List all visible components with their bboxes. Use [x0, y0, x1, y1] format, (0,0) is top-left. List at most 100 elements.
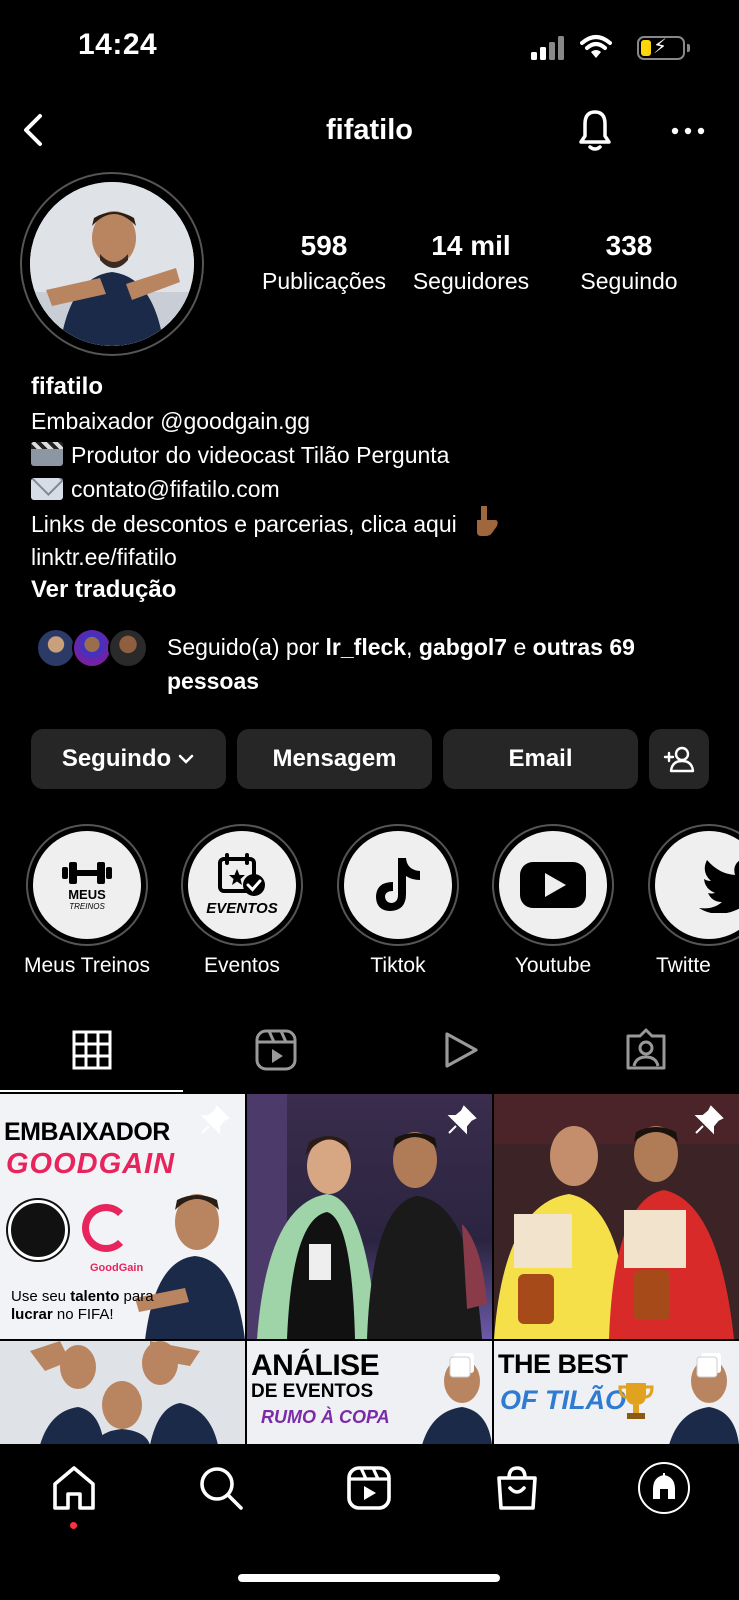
post-text: THE BEST [498, 1349, 628, 1379]
highlight-youtube[interactable] [492, 824, 614, 946]
battery-icon: ⚡ [637, 36, 690, 60]
tab-videos-icon[interactable] [438, 1028, 482, 1072]
shop-icon[interactable] [493, 1464, 541, 1512]
goodgain-logo [82, 1204, 130, 1252]
post-text: para [123, 1288, 154, 1305]
follower-avatar [72, 628, 112, 668]
post-thumbnail-5[interactable]: ANÁLISE DE EVENTOS RUMO À COPA [247, 1341, 492, 1445]
highlight-label: Eventos [204, 954, 280, 977]
bio-link[interactable]: linktr.ee/fifatilo [31, 540, 177, 574]
bio-line-ambassador: Embaixador @goodgain.gg [31, 408, 311, 434]
highlight-caption: EVENTOS [206, 900, 278, 917]
avatar[interactable] [30, 182, 194, 346]
twitter-icon [699, 860, 739, 913]
highlight-caption-2: TREINOS [69, 901, 105, 911]
followed-by-prefix: Seguido(a) por [167, 634, 320, 660]
highlight-label: Youtube [514, 954, 592, 977]
followed-by-and: e [513, 634, 527, 660]
post-text: talento [70, 1288, 120, 1305]
stat-followers[interactable]: 14 mil Seguidores [405, 230, 537, 295]
envelope-icon [31, 478, 63, 500]
tab-tagged-icon[interactable] [624, 1028, 668, 1072]
notification-dot [70, 1522, 77, 1529]
bell-icon[interactable] [573, 106, 617, 154]
post-text: lucrar [11, 1306, 53, 1323]
email-button[interactable]: Email [443, 729, 638, 789]
highlight-tiktok[interactable] [337, 824, 459, 946]
chevron-down-icon [178, 754, 194, 764]
post-thumbnail-1[interactable]: EMBAIXADOR GOODGAIN GoodGain Use seu tal… [0, 1094, 245, 1339]
highlight-eventos[interactable]: EVENTOS [181, 824, 303, 946]
followed-by-separator: , [406, 634, 413, 660]
more-options-icon[interactable] [670, 116, 706, 146]
home-indicator [238, 1574, 500, 1582]
stat-posts[interactable]: 598 Publicações [258, 230, 390, 295]
multiple-posts-icon [449, 1353, 474, 1378]
post-cta: Use seu talento para lucrar no FIFA! [11, 1288, 171, 1324]
post-text: no FIFA! [56, 1306, 114, 1323]
post-text: ANÁLISE [251, 1349, 380, 1382]
dumbbell-icon [62, 861, 112, 884]
active-tab-indicator [0, 1090, 183, 1092]
post-text: Use seu [11, 1288, 67, 1305]
stat-posts-number: 598 [300, 230, 348, 261]
pin-icon [694, 1105, 724, 1135]
suggest-people-button[interactable] [649, 729, 709, 789]
stat-following-number: 338 [605, 230, 653, 261]
stat-following-label: Seguindo [580, 268, 678, 294]
trophy-icon [618, 1383, 654, 1419]
search-icon[interactable] [197, 1464, 245, 1512]
pointing-down-icon [473, 506, 499, 545]
bio-email-text[interactable]: contato@fifatilo.com [71, 476, 280, 502]
post-thumbnail-3[interactable] [494, 1094, 739, 1339]
profile-name: fifatilo [31, 373, 103, 400]
bio-videocast-text: Produtor do videocast Tilão Pergunta [71, 442, 450, 468]
post-text: RUMO À COPA [261, 1407, 390, 1427]
see-translation-link[interactable]: Ver tradução [31, 573, 176, 607]
wifi-icon [580, 35, 612, 58]
post-thumbnail-2[interactable] [247, 1094, 492, 1339]
highlight-label: Meus Treinos [23, 954, 151, 977]
tab-grid-icon[interactable] [70, 1028, 114, 1072]
followed-by-user2: gabgol7 [418, 634, 508, 660]
highlight-caption: MEUS [68, 886, 106, 902]
following-button[interactable]: Seguindo [31, 729, 226, 789]
tiktok-icon [376, 858, 420, 911]
page-title: fifatilo [326, 114, 413, 146]
bio-line-email: contato@fifatilo.com [31, 472, 280, 506]
stat-posts-label: Publicações [261, 268, 387, 294]
followed-by-text[interactable]: Seguido(a) por lr_fleck, gabgol7 e outra… [167, 630, 707, 698]
pin-icon [447, 1105, 477, 1135]
status-time: 14:24 [78, 28, 158, 61]
message-button[interactable]: Mensagem [237, 729, 432, 789]
calendar-check-icon [218, 853, 265, 896]
stat-followers-number: 14 mil [431, 230, 511, 261]
bio-links-text: Links de descontos e parcerias, clica aq… [31, 511, 457, 537]
post-photo-image [30, 1341, 218, 1445]
youtube-icon [520, 862, 586, 908]
ft-logo [8, 1200, 68, 1260]
post-thumbnail-6[interactable]: THE BEST OF TILÃO [494, 1341, 739, 1445]
post-text: OF TILÃO [500, 1385, 626, 1415]
post-text: EMBAIXADOR [4, 1118, 170, 1146]
followed-by-user1: lr_fleck [325, 634, 407, 660]
follower-avatar [108, 628, 148, 668]
highlight-twitter[interactable] [648, 824, 739, 946]
bio-line-videocast: Produtor do videocast Tilão Pergunta [31, 438, 449, 472]
following-button-label: Seguindo [61, 745, 172, 772]
post-thumbnail-4[interactable] [0, 1341, 245, 1445]
spartan-helmet-icon [653, 1473, 675, 1499]
post-text: DE EVENTOS [251, 1381, 374, 1402]
highlight-label: Twitte [656, 954, 711, 977]
pin-icon [200, 1105, 230, 1135]
reels-icon[interactable] [345, 1464, 393, 1512]
follower-avatar [36, 628, 76, 668]
add-person-icon [663, 746, 695, 773]
profile-nav-avatar[interactable] [638, 1462, 690, 1514]
highlight-meus-treinos[interactable]: MEUS TREINOS [26, 824, 148, 946]
home-icon[interactable] [50, 1464, 98, 1512]
multiple-posts-icon [696, 1353, 721, 1378]
clapper-icon [31, 442, 63, 466]
stat-following[interactable]: 338 Seguindo [563, 230, 695, 295]
tab-reels-icon[interactable] [254, 1028, 298, 1072]
